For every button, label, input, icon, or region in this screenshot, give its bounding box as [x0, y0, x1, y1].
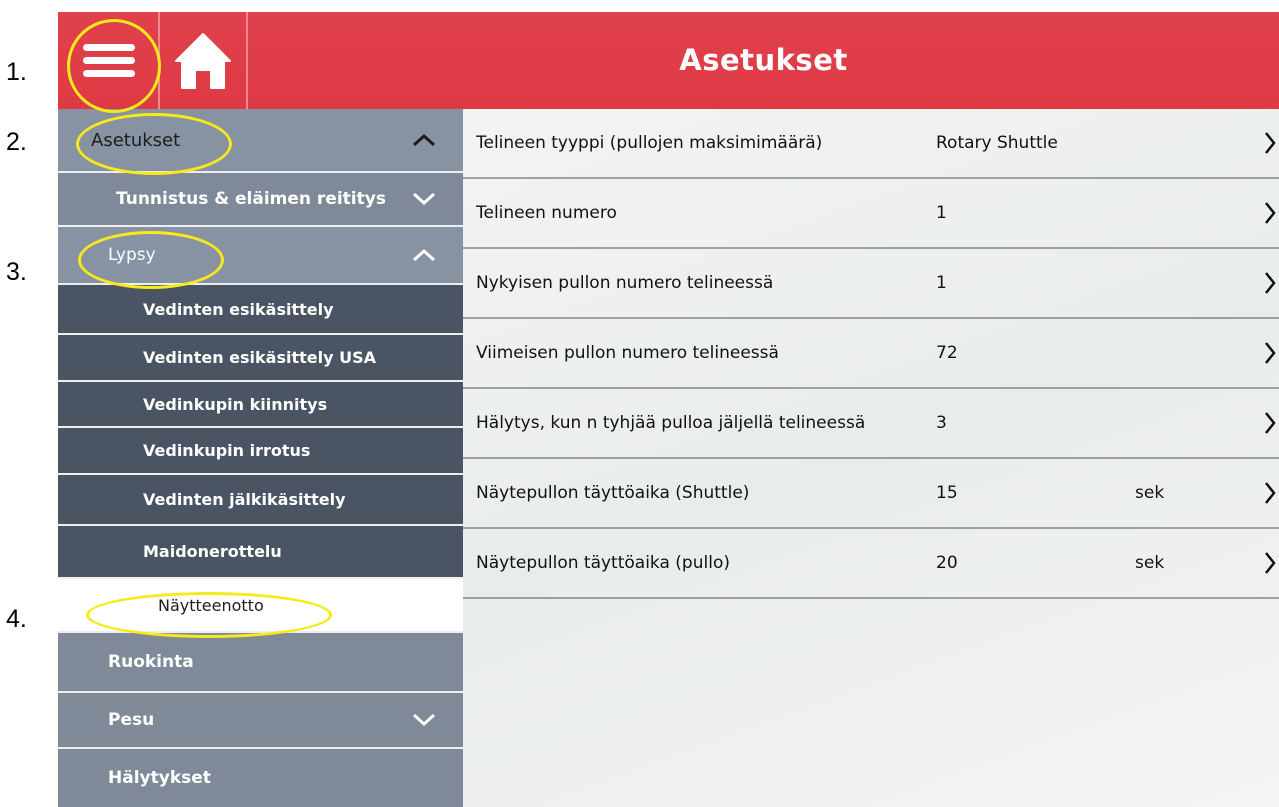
sidebar-item-pesu[interactable]: Pesu [58, 693, 463, 749]
setting-row[interactable]: Näytepullon täyttöaika (pullo) 20 sek [463, 529, 1279, 599]
setting-name: Telineen numero [476, 203, 617, 223]
chevron-right-icon [1265, 482, 1276, 504]
sidebar: Asetukset Tunnistus & eläimen reititys L… [58, 109, 463, 807]
setting-value: 20 [936, 553, 958, 573]
settings-panel: Telineen tyyppi (pullojen maksimimäärä) … [463, 109, 1279, 807]
setting-name: Näytepullon täyttöaika (Shuttle) [476, 483, 750, 503]
setting-unit: sek [1135, 553, 1165, 573]
setting-value: 1 [936, 273, 947, 293]
sidebar-item-label: Hälytykset [108, 768, 211, 788]
chevron-right-icon [1265, 342, 1276, 364]
setting-row[interactable]: Nykyisen pullon numero telineessä 1 [463, 249, 1279, 319]
chevron-up-icon [412, 248, 436, 262]
chevron-down-icon [412, 192, 436, 206]
setting-row[interactable]: Telineen numero 1 [463, 179, 1279, 249]
setting-name: Telineen tyyppi (pullojen maksimimäärä) [476, 133, 823, 153]
setting-unit: sek [1135, 483, 1165, 503]
page-title: Asetukset [679, 43, 848, 77]
setting-value: 3 [936, 413, 947, 433]
sidebar-item-halytykset[interactable]: Hälytykset [58, 749, 463, 807]
chevron-up-icon [412, 133, 436, 147]
setting-name: Näytepullon täyttöaika (pullo) [476, 553, 730, 573]
chevron-right-icon [1265, 552, 1276, 574]
step-label-4: 4. [6, 605, 27, 633]
sidebar-item-label: Pesu [108, 710, 155, 730]
sidebar-subitem[interactable]: Vedinten esikäsittely [58, 285, 463, 335]
sidebar-subitem[interactable]: Vedinten esikäsittely USA [58, 335, 463, 382]
sidebar-item-label: Vedinkupin irrotus [143, 441, 311, 460]
setting-row[interactable]: Hälytys, kun n tyhjää pulloa jäljellä te… [463, 389, 1279, 459]
sidebar-item-label: Näytteenotto [158, 595, 264, 615]
sidebar-subitem[interactable]: Vedinkupin irrotus [58, 428, 463, 475]
sidebar-subitem[interactable]: Vedinten jälkikäsittely [58, 475, 463, 526]
setting-name: Hälytys, kun n tyhjää pulloa jäljellä te… [476, 413, 866, 433]
sidebar-item-label: Maidonerottelu [143, 542, 282, 561]
setting-value: 15 [936, 483, 958, 503]
chevron-down-icon [412, 713, 436, 727]
sidebar-subitem[interactable]: Maidonerottelu [58, 526, 463, 579]
top-bar: Asetukset [58, 12, 1279, 109]
home-button[interactable] [160, 12, 248, 109]
device-screen: Asetukset Asetukset Tunnistus & eläimen … [58, 12, 1279, 807]
sidebar-item-asetukset[interactable]: Asetukset [58, 109, 463, 173]
sidebar-item-tunnistus[interactable]: Tunnistus & eläimen reititys [58, 173, 463, 227]
setting-value: 1 [936, 203, 947, 223]
sidebar-item-selected[interactable]: Näytteenotto [58, 579, 463, 633]
chevron-right-icon [1265, 272, 1276, 294]
sidebar-item-label: Vedinkupin kiinnitys [143, 394, 328, 414]
sidebar-item-label: Tunnistus & eläimen reititys [116, 189, 386, 209]
setting-name: Viimeisen pullon numero telineessä [476, 343, 779, 363]
sidebar-item-label: Vedinten jälkikäsittely [143, 490, 346, 509]
sidebar-item-label: Ruokinta [108, 652, 194, 672]
setting-row[interactable]: Viimeisen pullon numero telineessä 72 [463, 319, 1279, 389]
setting-row[interactable]: Näytepullon täyttöaika (Shuttle) 15 sek [463, 459, 1279, 529]
sidebar-item-label: Vedinten esikäsittely [143, 299, 334, 319]
sidebar-item-label: Lypsy [108, 245, 156, 265]
sidebar-item-label: Vedinten esikäsittely USA [143, 348, 376, 367]
sidebar-subitem[interactable]: Vedinkupin kiinnitys [58, 382, 463, 428]
home-icon [175, 33, 231, 89]
chevron-right-icon [1265, 202, 1276, 224]
chevron-right-icon [1265, 132, 1276, 154]
sidebar-item-lypsy[interactable]: Lypsy [58, 227, 463, 285]
step-label-3: 3. [6, 258, 27, 286]
step-label-1: 1. [6, 58, 27, 86]
setting-row[interactable]: Telineen tyyppi (pullojen maksimimäärä) … [463, 109, 1279, 179]
setting-value: Rotary Shuttle [936, 133, 1058, 153]
sidebar-item-label: Asetukset [91, 129, 181, 151]
chevron-right-icon [1265, 412, 1276, 434]
sidebar-item-ruokinta[interactable]: Ruokinta [58, 633, 463, 693]
setting-value: 72 [936, 343, 958, 363]
step-label-2: 2. [6, 128, 27, 156]
menu-button[interactable] [58, 12, 160, 109]
setting-name: Nykyisen pullon numero telineessä [476, 273, 774, 293]
